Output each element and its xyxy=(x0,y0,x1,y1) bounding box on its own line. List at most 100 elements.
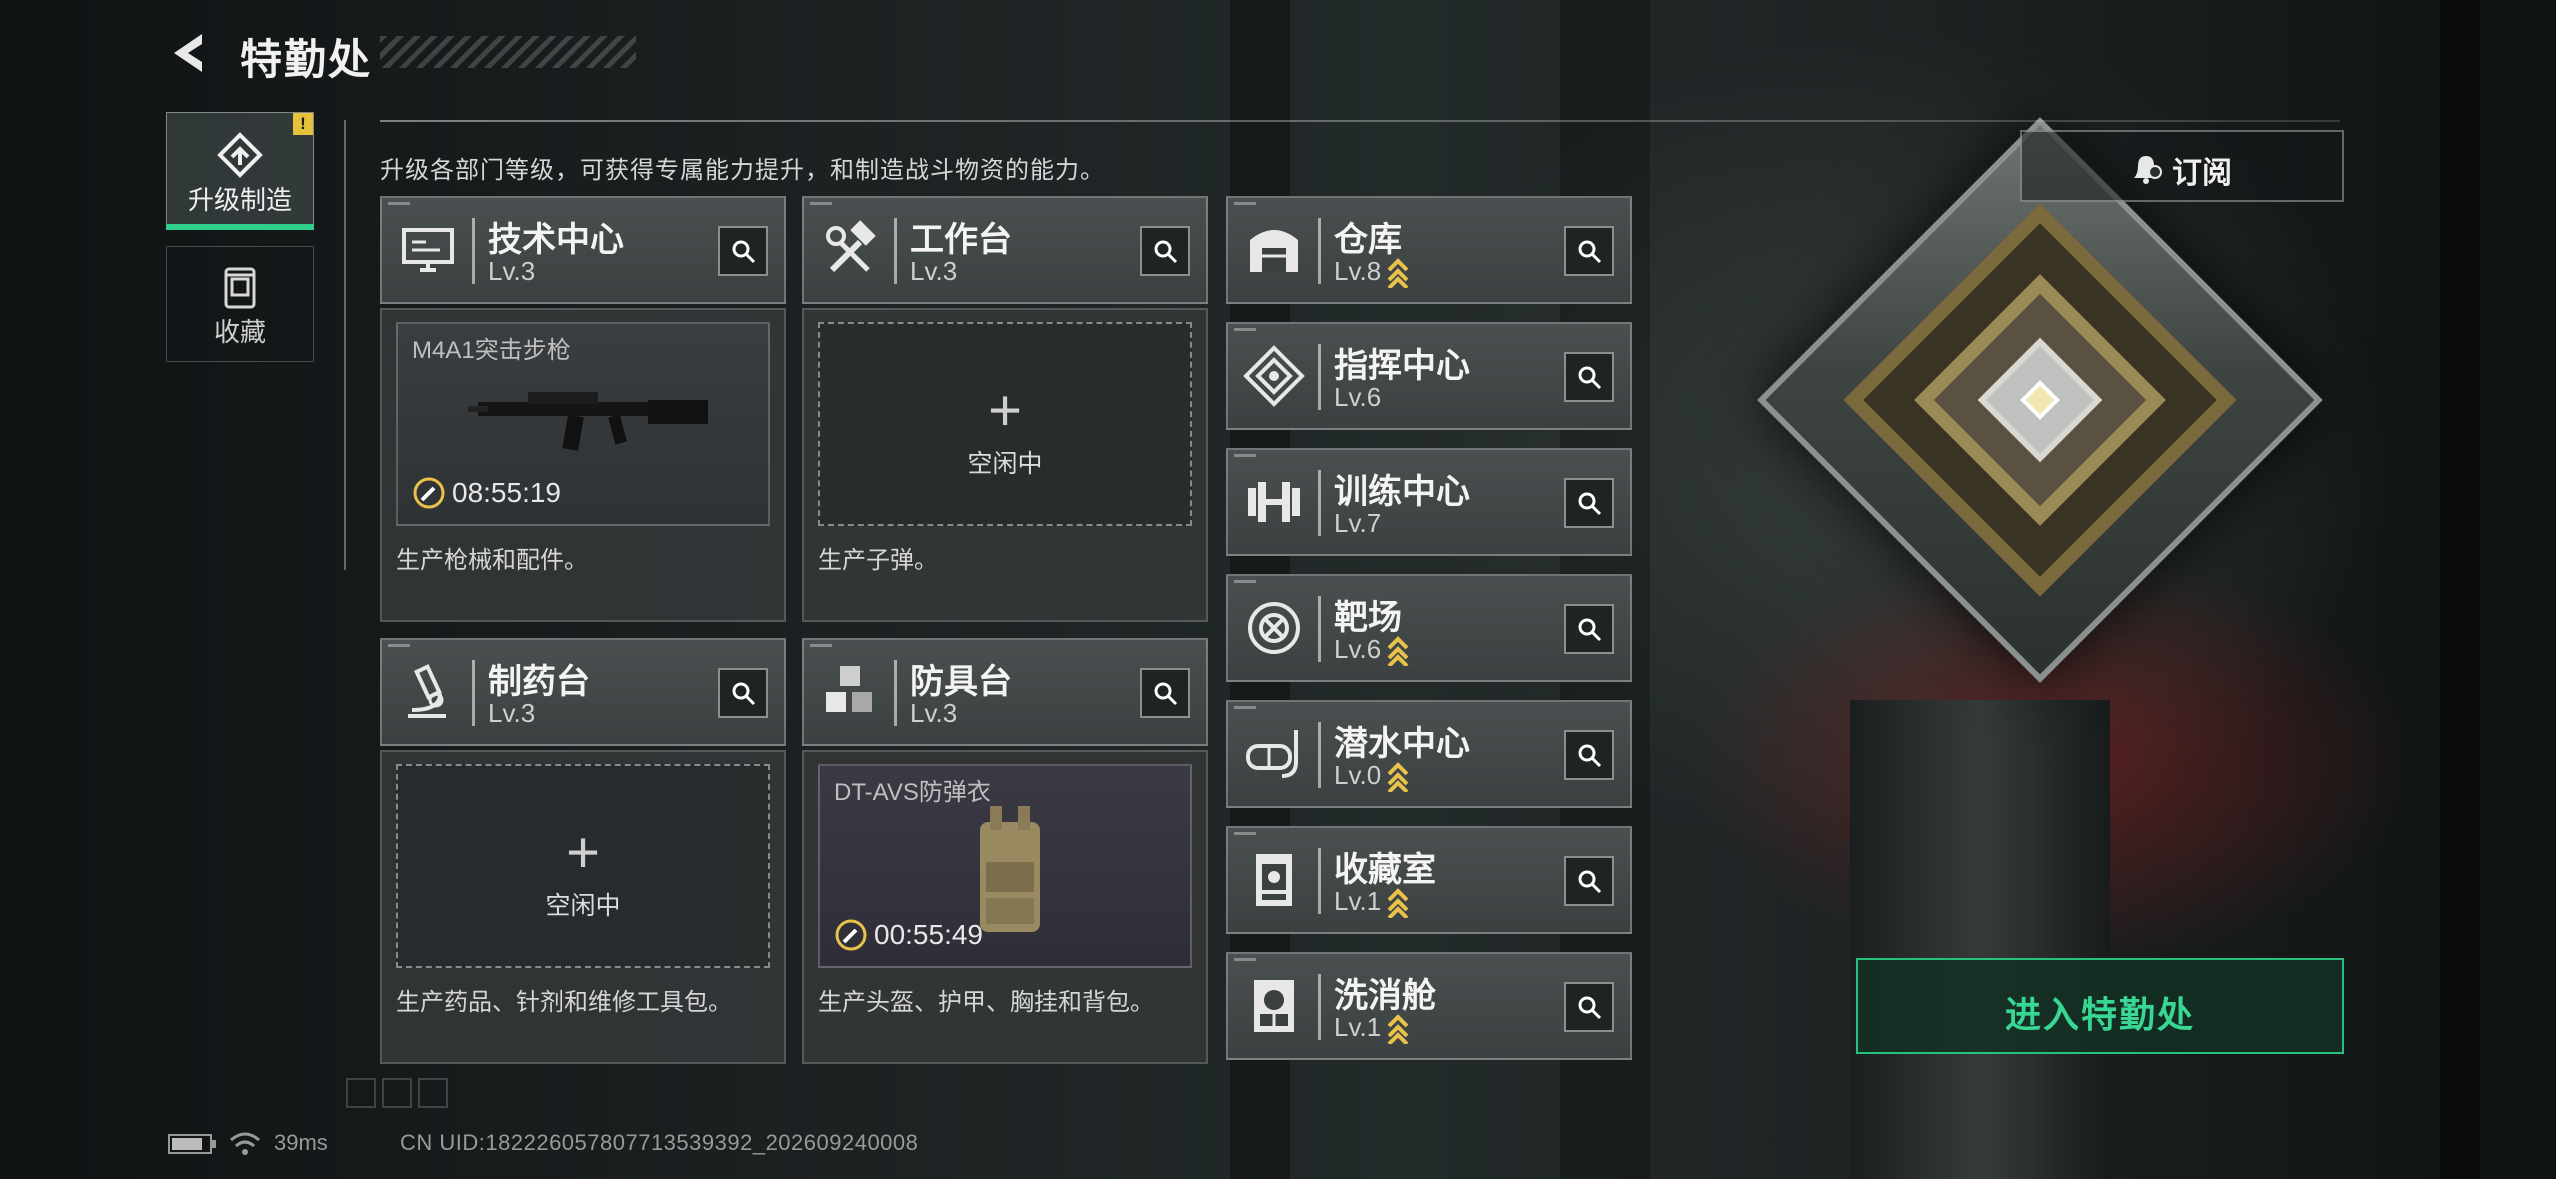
wrench-timer-icon xyxy=(413,477,445,509)
search-icon xyxy=(1578,240,1602,264)
dept-level: Lv.7 xyxy=(1334,508,1382,538)
production-panel-pharmacy: + 空闲中 生产药品、针剂和维修工具包。 xyxy=(380,750,786,1064)
nav-tab-upgrade-label: 升级制造 xyxy=(187,185,292,215)
dept-card-warehouse[interactable]: 仓库 Lv.8 xyxy=(1226,196,1632,304)
production-description: 生产子弹。 xyxy=(818,547,938,574)
command-emblem-icon xyxy=(1243,345,1305,407)
dept-name: 训练中心 xyxy=(1334,473,1470,511)
back-arrow-icon xyxy=(174,34,202,72)
ping-value: 39ms xyxy=(274,1130,328,1155)
upgrade-available-icon xyxy=(1387,636,1409,667)
dept-card-workbench[interactable]: 工作台 Lv.3 xyxy=(802,196,1208,304)
dept-name: 潜水中心 xyxy=(1334,725,1470,763)
add-icon: + xyxy=(566,820,600,885)
guide-line xyxy=(344,120,346,570)
upgrade-build-icon xyxy=(217,132,263,178)
dept-name: 制药台 xyxy=(488,663,590,701)
cubes-icon xyxy=(826,666,872,712)
search-icon xyxy=(732,682,756,706)
dept-search-button[interactable] xyxy=(1564,982,1614,1032)
dept-level: Lv.6 xyxy=(1334,382,1382,412)
monitor-icon xyxy=(402,228,454,272)
upgrade-available-icon xyxy=(1387,258,1409,289)
production-timer: 08:55:19 xyxy=(412,476,561,510)
production-description: 生产枪械和配件。 xyxy=(396,547,588,574)
dept-name: 收藏室 xyxy=(1334,851,1436,889)
add-icon: + xyxy=(988,378,1022,443)
microscope-icon xyxy=(408,664,446,718)
dept-level: Lv.8 xyxy=(1334,256,1409,289)
dept-search-button[interactable] xyxy=(1564,478,1614,528)
dept-card-armor-bench[interactable]: 防具台 Lv.3 xyxy=(802,638,1208,746)
dept-level: Lv.3 xyxy=(488,698,536,728)
dept-card-diving-center[interactable]: 潜水中心 Lv.0 xyxy=(1226,700,1632,808)
upgrade-available-icon xyxy=(1387,888,1409,919)
wifi-icon xyxy=(230,1132,260,1155)
production-slot-busy[interactable]: M4A1突击步枪 08:55:19 xyxy=(396,322,770,526)
upgrade-available-icon xyxy=(1387,762,1409,793)
idle-label: 空闲中 xyxy=(967,450,1043,478)
battery-tip xyxy=(212,1140,216,1148)
dept-search-button[interactable] xyxy=(1564,604,1614,654)
dept-search-button[interactable] xyxy=(1564,730,1614,780)
dept-name: 仓库 xyxy=(1334,221,1402,259)
search-icon xyxy=(1578,618,1602,642)
enter-special-ops-button[interactable]: 进入特勤处 xyxy=(1856,958,2344,1054)
subscribe-label: 订阅 xyxy=(2172,157,2232,190)
search-icon xyxy=(1154,240,1178,264)
dept-card-tech-center[interactable]: 技术中心 Lv.3 xyxy=(380,196,786,304)
dept-level: Lv.3 xyxy=(910,698,958,728)
search-icon xyxy=(1578,996,1602,1020)
production-panel-armor: DT-AVS防弹衣 00:55:49 生产头盔、护甲、胸挂和背包。 xyxy=(802,750,1208,1064)
dept-name: 工作台 xyxy=(910,221,1012,259)
footer-decoration xyxy=(346,1078,448,1108)
back-button[interactable] xyxy=(168,30,208,76)
production-slot-busy[interactable]: DT-AVS防弹衣 00:55:49 xyxy=(818,764,1192,968)
nav-tab-collect[interactable]: 收藏 xyxy=(166,246,314,362)
dept-card-command-center[interactable]: 指挥中心 Lv.6 xyxy=(1226,322,1632,430)
wrench-timer-icon xyxy=(835,919,867,951)
hazmat-icon xyxy=(1254,980,1294,1032)
subscribe-button[interactable]: 订阅 xyxy=(2020,130,2344,202)
production-slot-idle[interactable]: + 空闲中 xyxy=(818,322,1192,526)
dept-card-training-center[interactable]: 训练中心 Lv.7 xyxy=(1226,448,1632,556)
enter-label: 进入特勤处 xyxy=(2004,994,2195,1035)
page-title: 特勤处 xyxy=(240,36,373,83)
dept-name: 靶场 xyxy=(1334,599,1402,637)
dept-search-button[interactable] xyxy=(1140,668,1190,718)
production-description: 生产药品、针剂和维修工具包。 xyxy=(396,989,732,1016)
nav-tab-upgrade[interactable]: ! 升级制造 xyxy=(166,112,314,230)
dept-search-button[interactable] xyxy=(1140,226,1190,276)
search-icon xyxy=(732,240,756,264)
intro-text: 升级各部门等级，可获得专属能力提升，和制造战斗物资的能力。 xyxy=(380,157,1105,184)
diving-mask-icon xyxy=(1246,730,1298,778)
dept-search-button[interactable] xyxy=(718,226,768,276)
search-icon xyxy=(1154,682,1178,706)
dept-search-button[interactable] xyxy=(718,668,768,718)
display-case-icon xyxy=(1256,854,1292,906)
collection-case-icon xyxy=(224,267,256,309)
dept-search-button[interactable] xyxy=(1564,352,1614,402)
dept-level: Lv.3 xyxy=(488,256,536,286)
dept-search-button[interactable] xyxy=(1564,226,1614,276)
cube-pedestal xyxy=(1850,700,2110,1179)
dept-level: Lv.1 xyxy=(1334,886,1409,919)
production-description: 生产头盔、护甲、胸挂和背包。 xyxy=(818,989,1154,1016)
user-uid: CN UID:18222605780771353939​2_2026092400… xyxy=(400,1130,919,1155)
search-icon xyxy=(1578,744,1602,768)
dept-card-pharmacy[interactable]: 制药台 Lv.3 xyxy=(380,638,786,746)
dept-name: 指挥中心 xyxy=(1334,347,1470,385)
production-item-name: DT-AVS防弹衣 xyxy=(834,779,991,806)
dept-level: Lv.1 xyxy=(1334,1012,1409,1045)
dept-card-collection-room[interactable]: 收藏室 Lv.1 xyxy=(1226,826,1632,934)
dept-name: 技术中心 xyxy=(488,221,624,259)
dept-card-shooting-range[interactable]: 靶场 Lv.6 xyxy=(1226,574,1632,682)
alert-badge: ! xyxy=(293,113,313,135)
dept-name: 防具台 xyxy=(910,663,1012,701)
production-slot-idle[interactable]: + 空闲中 xyxy=(396,764,770,968)
production-item-name: M4A1突击步枪 xyxy=(412,337,571,364)
active-tab-indicator xyxy=(166,224,314,230)
dept-search-button[interactable] xyxy=(1564,856,1614,906)
dept-level: Lv.0 xyxy=(1334,760,1409,793)
dept-card-decon-chamber[interactable]: 洗消舱 Lv.1 xyxy=(1226,952,1632,1060)
